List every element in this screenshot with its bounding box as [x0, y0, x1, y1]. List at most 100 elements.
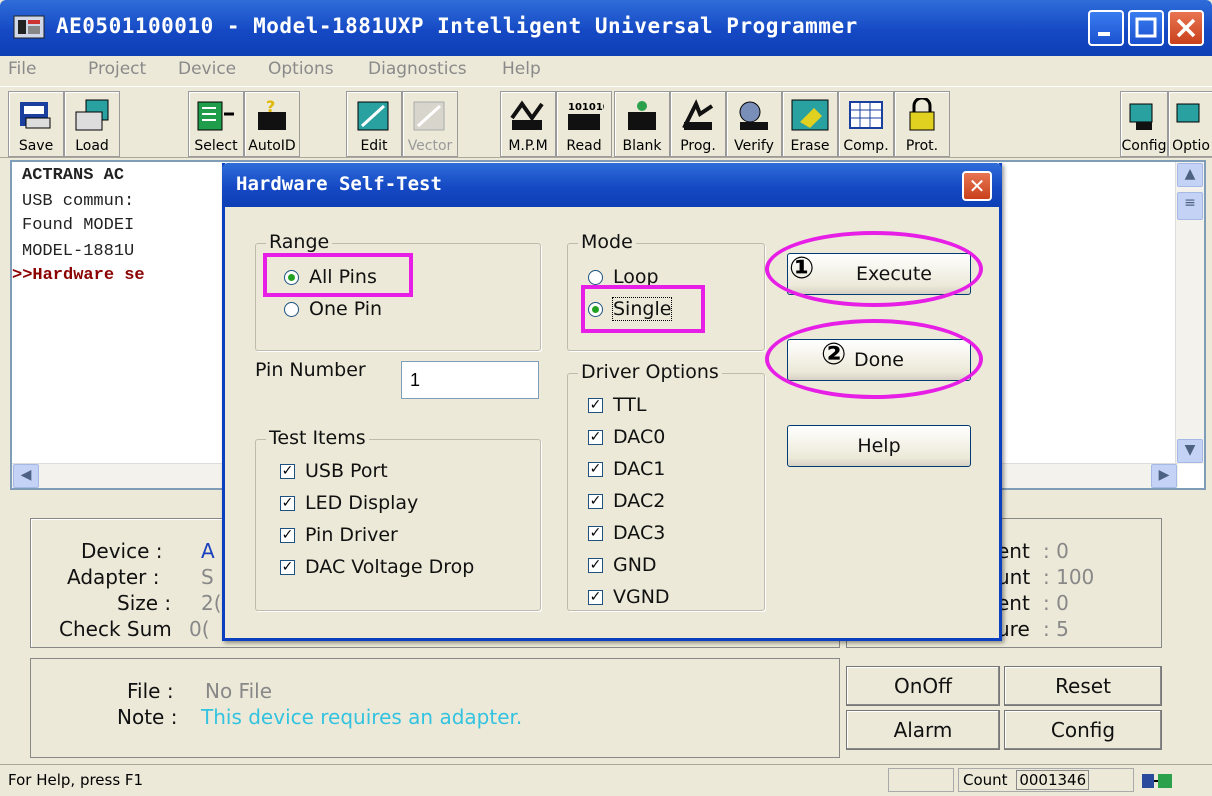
config-icon — [1129, 103, 1153, 130]
blank-icon — [628, 101, 656, 130]
toolbar-save-button[interactable]: Save — [8, 91, 64, 157]
alarm-button[interactable]: Alarm — [846, 710, 1000, 750]
menu-help[interactable]: Help — [502, 59, 541, 79]
scroll-thumb[interactable]: ≡ — [1177, 192, 1203, 220]
driver-option-checkbox[interactable]: ✓ DAC2 — [588, 490, 665, 512]
scroll-up-icon[interactable]: ▲ — [1177, 163, 1203, 187]
verify-icon — [739, 101, 768, 130]
onoff-button[interactable]: OnOff — [846, 666, 1000, 706]
toolbar-config-button[interactable]: Config — [1120, 91, 1168, 157]
vertical-scrollbar[interactable]: ▲ ≡ ▼ — [1175, 162, 1204, 464]
scroll-right-icon[interactable]: ▶ — [1151, 464, 1177, 488]
menu-device[interactable]: Device — [178, 59, 236, 79]
toolbar-program-button[interactable]: Prog. — [670, 91, 726, 157]
driver-option-checkbox[interactable]: ✓ DAC1 — [588, 458, 665, 480]
toolbar-select-button[interactable]: Select — [188, 91, 244, 157]
toolbar-mpm-button[interactable]: M.P.M — [500, 91, 556, 157]
file-label: File : — [127, 679, 174, 703]
checksum-value: 0( — [189, 617, 210, 641]
scroll-left-icon[interactable]: ◀ — [13, 464, 39, 488]
menu-project[interactable]: Project — [88, 59, 146, 79]
hardware-self-test-dialog: Hardware Self-Test ✕ Range All Pins One … — [222, 163, 1002, 641]
dialog-title-bar: Hardware Self-Test ✕ — [222, 163, 1002, 207]
maximize-button[interactable] — [1128, 10, 1164, 46]
minimize-icon — [1098, 32, 1110, 36]
file-info-panel: File : No File Note : This device requir… — [30, 658, 840, 758]
reset-button[interactable]: Reset — [1004, 666, 1162, 706]
erase-icon — [791, 99, 829, 131]
device-value: A — [201, 539, 215, 563]
size-label: Size : — [117, 591, 172, 615]
log-line: USB commun: — [22, 192, 135, 211]
driver-option-label: TTL — [613, 394, 647, 416]
file-value: No File — [205, 679, 273, 703]
highlight-done — [765, 319, 983, 399]
status-bar: For Help, press F1 Count 0001346 — [0, 764, 1212, 796]
dialog-title: Hardware Self-Test — [236, 173, 442, 195]
read-icon: 101010 — [568, 102, 604, 130]
checkbox-checked-icon: ✓ — [280, 526, 295, 543]
test-items-group: Test Items ✓ USB Port ✓ LED Display ✓ Pin D… — [255, 427, 541, 611]
close-button[interactable] — [1168, 10, 1204, 46]
toolbar-erase-button[interactable]: Erase — [782, 91, 838, 157]
dialog-close-button[interactable]: ✕ — [962, 171, 992, 201]
test-item-usb-port-checkbox[interactable]: ✓ USB Port — [280, 460, 388, 482]
svg-text:?: ? — [266, 98, 275, 116]
test-item-dac-voltage-drop-checkbox[interactable]: ✓ DAC Voltage Drop — [280, 556, 532, 578]
checkbox-checked-icon: ✓ — [280, 558, 295, 575]
toolbar-edit-button[interactable]: Edit — [346, 91, 402, 157]
log-line: MODEL-1881U — [22, 242, 135, 261]
toolbar-blank-button[interactable]: Blank — [614, 91, 670, 157]
driver-option-checkbox[interactable]: ✓ VGND — [588, 586, 670, 608]
radio-unselected-icon — [284, 301, 299, 317]
protect-icon — [909, 98, 935, 131]
toolbar-vector-button[interactable]: Vector — [402, 91, 458, 157]
note-label: Note : — [117, 705, 178, 729]
pin-number-label: Pin Number — [255, 359, 366, 381]
toolbar-read-button[interactable]: 101010 Read — [556, 91, 612, 157]
menu-file[interactable]: File — [8, 59, 36, 79]
toolbar-autoid-button[interactable]: ? AutoID — [244, 91, 300, 157]
size-value: 2( — [201, 591, 222, 615]
load-icon — [75, 99, 109, 131]
toolbar-protect-button[interactable]: Prot. — [894, 91, 950, 157]
options-icon — [1176, 103, 1200, 123]
checkbox-checked-icon: ✓ — [588, 524, 603, 541]
close-icon — [1176, 18, 1196, 38]
toolbar-verify-button[interactable]: Verify — [726, 91, 782, 157]
driver-option-checkbox[interactable]: ✓ DAC3 — [588, 522, 665, 544]
checkbox-checked-icon: ✓ — [588, 588, 603, 605]
driver-option-checkbox[interactable]: ✓ TTL — [588, 394, 646, 416]
counter-value: : 0 — [1043, 539, 1069, 563]
test-item-label: Pin Driver — [305, 524, 398, 546]
usb-connection-icon — [1142, 774, 1172, 788]
close-icon: ✕ — [968, 174, 986, 198]
count-pane: Count 0001346 — [958, 768, 1134, 792]
driver-option-checkbox[interactable]: ✓ DAC0 — [588, 426, 665, 448]
log-line: Found MODEI — [22, 216, 135, 235]
scroll-down-icon[interactable]: ▼ — [1177, 439, 1203, 463]
radio-unselected-icon — [588, 269, 603, 285]
checkbox-checked-icon: ✓ — [280, 494, 295, 511]
toolbar-options-button[interactable]: Optio — [1168, 91, 1212, 157]
range-one-pin-radio[interactable]: One Pin — [284, 298, 382, 320]
toolbar-compare-button[interactable]: Comp. — [838, 91, 894, 157]
help-button[interactable]: Help — [787, 425, 971, 467]
step-2-marker: ② — [821, 337, 847, 372]
checkbox-checked-icon: ✓ — [588, 428, 603, 445]
driver-option-label: DAC3 — [613, 522, 666, 544]
driver-option-label: VGND — [613, 586, 670, 608]
edit-icon — [357, 101, 389, 131]
driver-option-checkbox[interactable]: ✓ GND — [588, 554, 657, 576]
menu-options[interactable]: Options — [268, 59, 334, 79]
toolbar-load-button[interactable]: Load — [64, 91, 120, 157]
log-line: >>Hardware se — [12, 266, 145, 285]
pin-number-input[interactable] — [401, 361, 539, 399]
driver-option-label: GND — [613, 554, 657, 576]
config-button[interactable]: Config — [1004, 710, 1162, 750]
minimize-button[interactable] — [1088, 10, 1124, 46]
menu-diagnostics[interactable]: Diagnostics — [368, 59, 467, 79]
mode-group-title: Mode — [578, 231, 636, 253]
test-item-led-display-checkbox[interactable]: ✓ LED Display — [280, 492, 418, 514]
test-item-pin-driver-checkbox[interactable]: ✓ Pin Driver — [280, 524, 398, 546]
